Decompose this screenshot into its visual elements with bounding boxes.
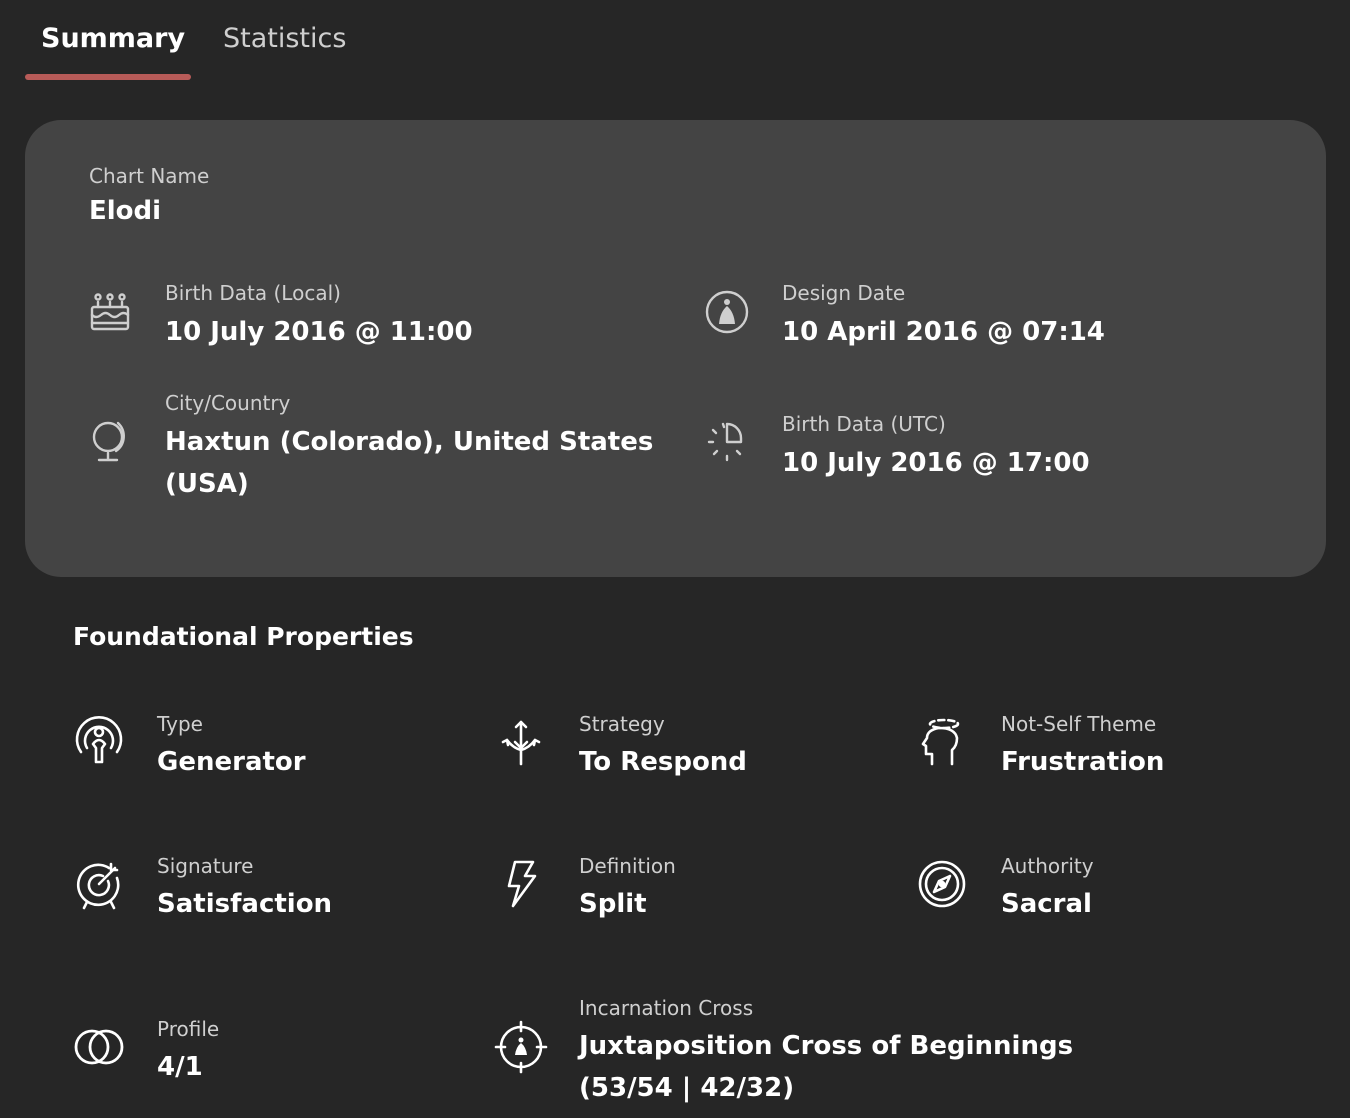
rings-icon [71,1019,127,1075]
compass-icon [914,856,970,912]
head-icon [914,714,970,770]
birth-utc-label: Birth Data (UTC) [782,412,946,436]
cross-value-line2: (53/54 | 42/32) [579,1073,795,1103]
strategy-value: To Respond [579,747,747,777]
design-date-value: 10 April 2016 @ 07:14 [782,317,1105,347]
city-value-line2: (USA) [165,469,249,499]
signature-label: Signature [157,854,254,878]
city-value-line1: Haxtun (Colorado), United States [165,427,654,457]
target-icon [71,856,127,912]
lightning-icon [493,856,549,912]
strategy-arrows-icon [493,714,549,770]
city-label: City/Country [165,391,291,415]
signature-value: Satisfaction [157,889,333,919]
strategy-label: Strategy [579,712,665,736]
chart-summary-card: Chart Name Elodi Birth Data (Local) 10 J… [25,120,1326,577]
design-date-label: Design Date [782,281,906,305]
birthday-cake-icon [82,283,138,339]
tab-bar: Summary Statistics [0,0,1350,80]
globe-icon [82,413,138,469]
tab-summary[interactable]: Summary [41,0,185,80]
type-label: Type [157,712,203,736]
cross-value-line1: Juxtaposition Cross of Beginnings [579,1031,1074,1061]
profile-label: Profile [157,1017,220,1041]
notself-label: Not-Self Theme [1001,712,1157,736]
birth-local-label: Birth Data (Local) [165,281,341,305]
birth-local-value: 10 July 2016 @ 11:00 [165,317,473,347]
cross-label: Incarnation Cross [579,996,754,1020]
design-figure-icon [699,284,755,340]
profile-value: 4/1 [157,1052,203,1082]
tab-statistics[interactable]: Statistics [223,0,346,80]
foundational-properties-title: Foundational Properties [73,622,414,651]
chart-name-value: Elodi [89,196,162,226]
notself-value: Frustration [1001,747,1165,777]
clock-utc-icon [699,414,755,470]
type-value: Generator [157,747,306,777]
crosshair-icon [493,1019,549,1075]
definition-label: Definition [579,854,676,878]
chart-name-label: Chart Name [89,164,210,188]
definition-value: Split [579,889,647,919]
generator-icon [71,714,127,770]
birth-utc-value: 10 July 2016 @ 17:00 [782,448,1090,478]
authority-label: Authority [1001,854,1094,878]
active-tab-indicator [25,74,191,80]
authority-value: Sacral [1001,889,1092,919]
